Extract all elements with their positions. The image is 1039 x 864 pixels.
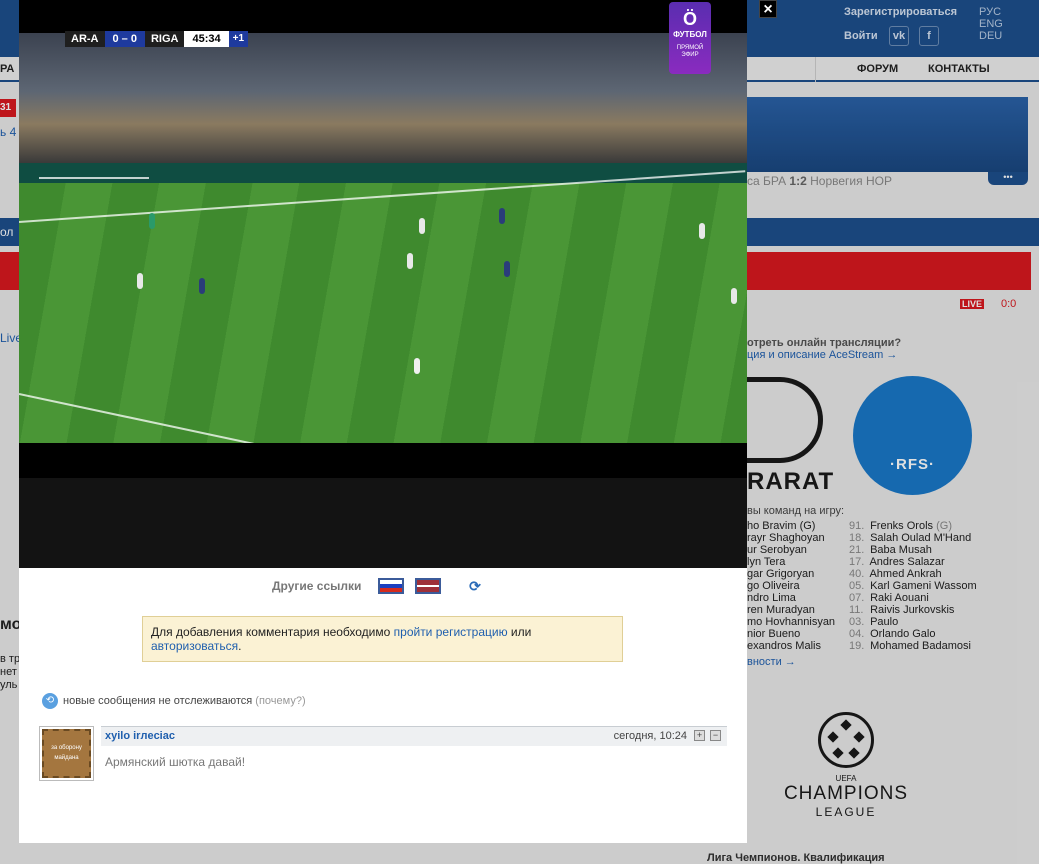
stadium-stands: [19, 33, 747, 163]
channel-logo-mark: Ö: [682, 9, 697, 29]
notice-text: Для добавления комментария необходимо: [151, 625, 394, 639]
added-time: +1: [228, 31, 249, 47]
comment-timestamp: сегодня, 10:24: [613, 730, 687, 742]
comment-text: Армянский шютка давай!: [105, 755, 246, 769]
russia-flag-icon[interactable]: [378, 578, 404, 594]
stream-modal: AR-A 0 – 0 RIGA 45:34 +1 Ö ФУТБОЛ ПРЯМОЙ…: [19, 0, 747, 843]
video-player[interactable]: AR-A 0 – 0 RIGA 45:34 +1 Ö ФУТБОЛ ПРЯМОЙ…: [19, 0, 747, 568]
video-frame[interactable]: [19, 33, 747, 443]
comment-header: xyilo irлeciac сегодня, 10:24 + −: [101, 726, 727, 746]
player-control-area[interactable]: [19, 478, 747, 568]
tracking-icon[interactable]: ⟲: [42, 693, 58, 709]
home-team-label: AR-A: [65, 31, 105, 47]
comment-author[interactable]: xyilo irлeciac: [105, 730, 175, 742]
match-clock: 45:34: [184, 31, 229, 47]
scoreboard-overlay: AR-A 0 – 0 RIGA 45:34 +1: [65, 31, 249, 47]
channel-live-label: ПРЯМОЙ ЭФИР: [676, 45, 704, 58]
refresh-icon[interactable]: ⟳: [467, 578, 483, 594]
channel-logo: Ö ФУТБОЛ ПРЯМОЙ ЭФИР: [669, 2, 711, 74]
comment-item: за оборону майдана xyilo irлeciac сегодн…: [39, 726, 727, 781]
notice-text: или: [507, 625, 532, 639]
match-score: 0 – 0: [104, 31, 145, 47]
comment-downvote-button[interactable]: −: [710, 730, 721, 741]
login-link[interactable]: авторизоваться: [151, 639, 238, 653]
tracking-text: новые сообщения не отслеживаются: [63, 694, 253, 707]
avatar-image: за оборону майдана: [42, 729, 91, 778]
tracking-status: ⟲ новые сообщения не отслеживаются (почем…: [42, 693, 306, 709]
advertising-hoarding: [19, 163, 747, 183]
close-button[interactable]: ×: [759, 0, 777, 18]
register-link[interactable]: пройти регистрацию: [394, 625, 508, 639]
away-team-label: RIGA: [144, 31, 185, 47]
latvia-flag-icon[interactable]: [415, 578, 441, 594]
tracking-why-link[interactable]: (почему?): [255, 695, 305, 707]
notice-text: .: [238, 639, 242, 653]
channel-name: ФУТБОЛ: [673, 30, 707, 39]
comment-upvote-button[interactable]: +: [694, 730, 705, 741]
comment-auth-notice: Для добавления комментария необходимо пр…: [142, 616, 623, 662]
other-links-label: Другие ссылки: [272, 579, 362, 593]
football-pitch: [19, 170, 747, 443]
avatar[interactable]: за оборону майдана: [39, 726, 94, 781]
